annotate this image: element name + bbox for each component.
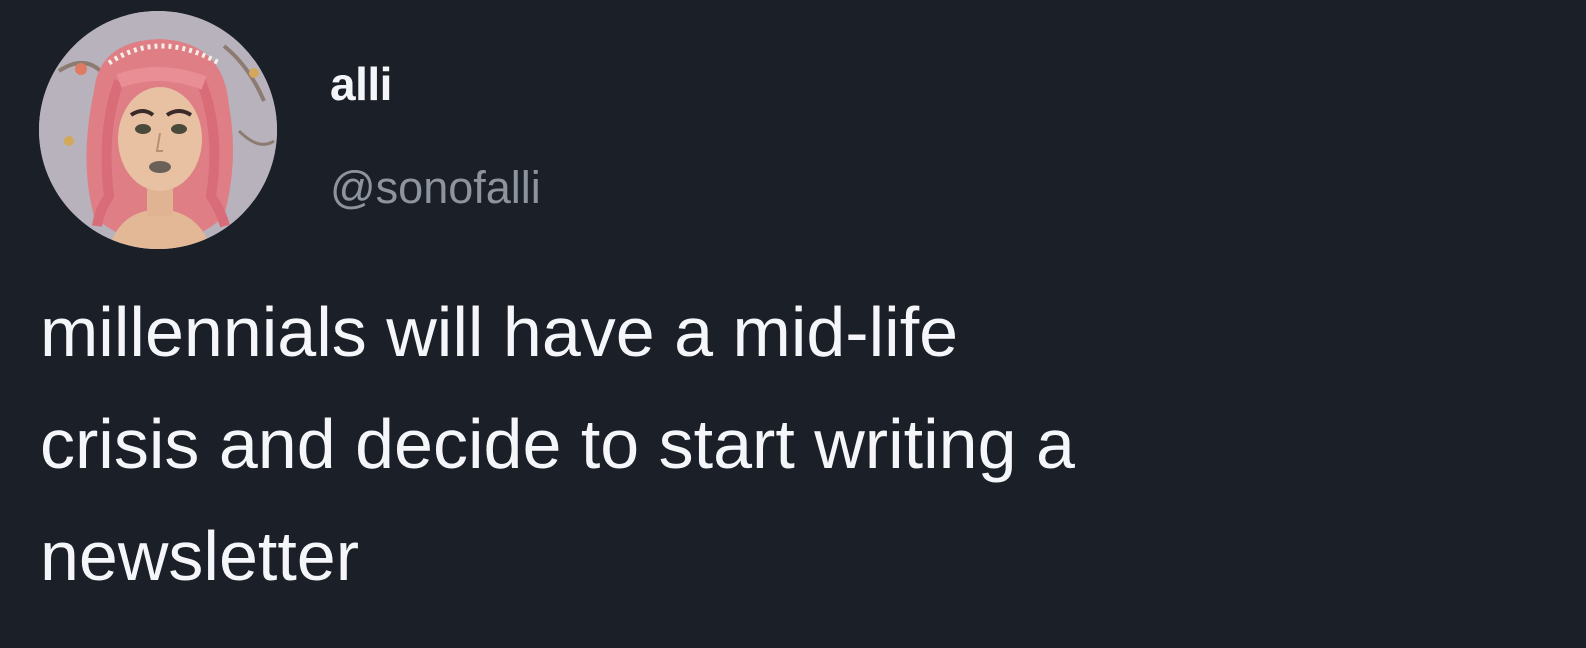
tweet-card: alli @sonofalli millennials will have a … [0, 0, 1586, 648]
tweet-text-line: newsletter [40, 517, 360, 595]
display-name[interactable]: alli [330, 58, 392, 110]
user-handle[interactable]: @sonofalli [330, 162, 541, 214]
avatar-illustration [39, 11, 277, 249]
tweet-text: millennials will have a mid-life crisis … [40, 276, 1550, 612]
avatar[interactable] [39, 11, 277, 249]
tweet-text-line: millennials will have a mid-life [40, 293, 959, 371]
tweet-text-line: crisis and decide to start writing a [40, 405, 1075, 483]
